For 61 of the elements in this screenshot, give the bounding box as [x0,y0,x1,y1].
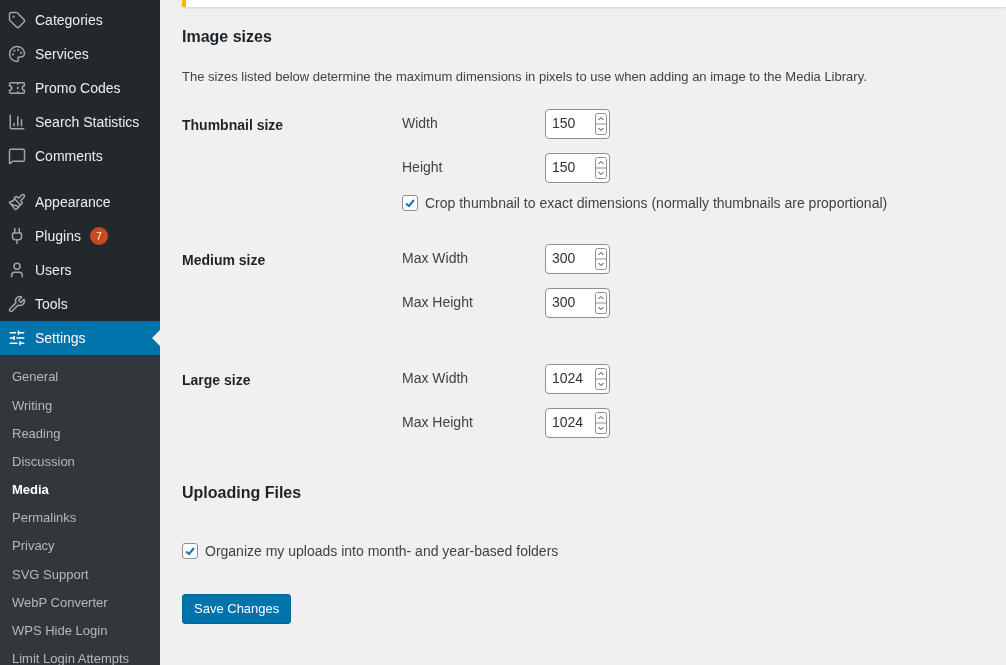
checkbox[interactable] [402,195,418,211]
field-label: Width [402,114,439,133]
paintbrush-icon [8,193,26,211]
spinner-icon[interactable] [595,247,607,270]
spinner-icon[interactable] [595,291,607,314]
section-heading: Image sizes [182,27,273,47]
spinner-icon[interactable] [595,156,607,179]
menu-item[interactable]: Services [0,37,160,71]
ticket-icon [8,79,26,97]
user-icon [8,261,26,279]
bar-chart-icon [8,113,26,131]
save-button[interactable]: Save Changes [182,593,292,624]
speech-bubble-icon [8,147,26,165]
wrench-icon [8,295,26,313]
number-field[interactable]: 300 [545,243,610,274]
description: The sizes listed below determine the maximum dimensions in pixels to use when adding an image to the Media Library. [182,68,868,86]
sliders-icon [8,329,26,347]
menu-item[interactable]: Comments [0,139,160,173]
spinner-icon[interactable] [595,367,607,390]
field-label: Max Width [402,369,470,388]
submenu-item[interactable]: SVG Support [0,560,160,589]
menu-item[interactable]: Tools [0,287,160,321]
pointer-icon [152,330,160,346]
menu-item[interactable]: Categories [0,3,160,37]
spinner-icon[interactable] [595,112,607,135]
number-field[interactable]: 1024 [545,363,610,394]
number-field[interactable]: 1024 [545,407,610,438]
menu-item[interactable]: Appearance [0,185,160,219]
submenu-item[interactable]: WPS Hide Login [0,616,160,645]
submenu-item[interactable]: WebP Converter [0,588,160,617]
submenu-item[interactable]: Media [0,475,160,504]
tag-icon [8,11,26,29]
field-label: Height [402,158,444,177]
section-heading: Uploading Files [182,482,303,503]
menu-item[interactable]: Search Statistics [0,105,160,139]
checkbox[interactable] [182,543,198,559]
group-label: Medium size [182,250,267,270]
palette-icon [8,45,26,63]
menu-item[interactable]: Settings [0,321,160,355]
group-label: Large size [182,370,252,390]
field-label: Max Width [402,249,470,268]
field-label: Max Height [402,293,474,312]
submenu-item[interactable]: Writing [0,391,160,420]
spinner-icon[interactable] [595,411,607,434]
menu-item[interactable]: Promo Codes [0,71,160,105]
field-label: Max Height [402,413,474,432]
checkbox-label: Organize my uploads into month- and year-based folders [205,541,559,561]
submenu-item[interactable]: Limit Login Attempts [0,644,160,665]
submenu-item[interactable]: Privacy [0,532,160,561]
submenu-item[interactable]: Permalinks [0,503,160,533]
checkbox-label: Crop thumbnail to exact dimensions (normally thumbnails are proportional) [425,193,888,213]
submenu-item[interactable]: Reading [0,419,160,448]
number-field[interactable]: 300 [545,287,610,318]
menu-item[interactable]: Users [0,253,160,287]
count-badge: 7 [89,227,108,245]
group-label: Thumbnail size [182,115,285,135]
number-field[interactable]: 150 [545,108,610,139]
submenu-item[interactable]: General [0,363,160,392]
menu-item[interactable]: Plugins 7 [0,219,160,253]
submenu-item[interactable]: Discussion [0,447,160,476]
number-field[interactable]: 150 [545,152,610,183]
